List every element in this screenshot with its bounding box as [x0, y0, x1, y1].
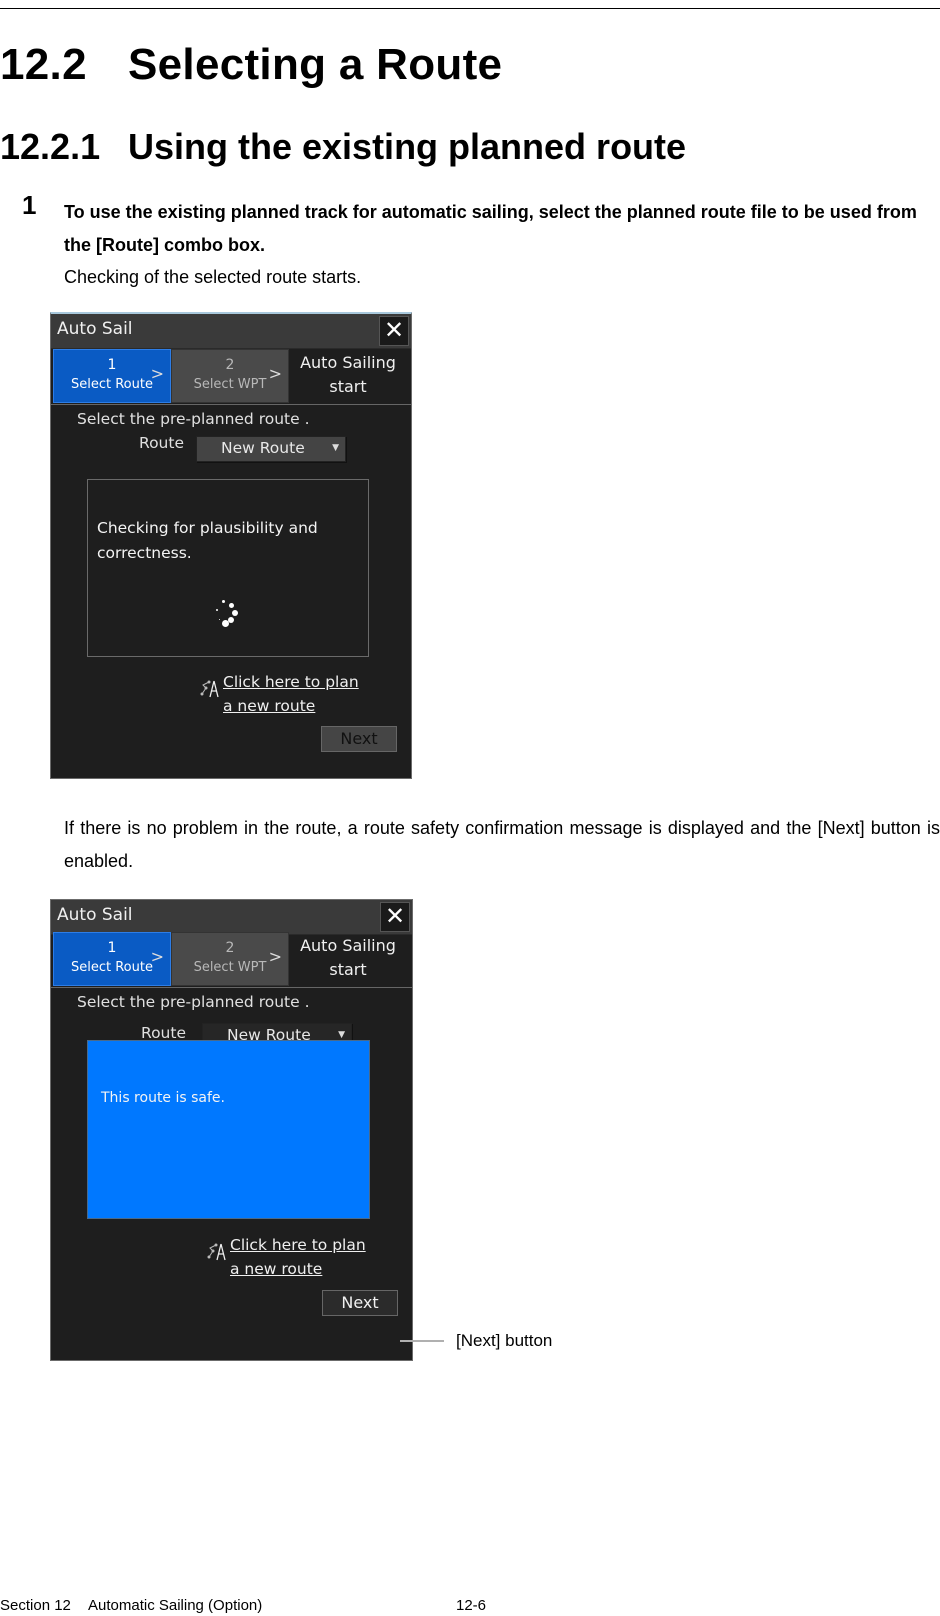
route-prompt: Select the pre-planned route . — [77, 993, 310, 1011]
step-tab-select-wpt[interactable]: 2 Select WPT > — [171, 932, 289, 986]
dialog-titlebar: Auto Sail ✕ — [51, 900, 412, 935]
subsection-heading: 12.2.1 Using the existing planned route — [0, 126, 686, 168]
result-paragraph: If there is no problem in the route, a r… — [64, 818, 940, 871]
next-button-disabled[interactable]: Next — [321, 726, 397, 752]
section-heading: 12.2 Selecting a Route — [0, 40, 502, 90]
step-tab-label: Select Route — [71, 960, 153, 975]
step-note: Checking of the selected route starts. — [64, 267, 362, 287]
step-tab-select-route[interactable]: 1 Select Route > — [53, 349, 171, 403]
route-prompt: Select the pre-planned route . — [77, 410, 310, 428]
step-instruction: To use the existing planned track for au… — [64, 202, 917, 255]
section-number: 12.2 — [0, 40, 87, 89]
step-tabs: 1 Select Route > 2 Select WPT > Auto Sai… — [51, 348, 411, 405]
dialog-title: Auto Sail — [57, 319, 133, 339]
step-tab-label: Select Route — [71, 377, 153, 392]
route-safe-message-box: This route is safe. — [87, 1040, 370, 1219]
route-combo-value: New Route — [221, 439, 305, 457]
footer-section: Section 12 — [0, 1597, 71, 1614]
step-number: 1 — [22, 190, 37, 220]
close-icon[interactable]: ✕ — [379, 316, 409, 346]
step-tab-label: Auto Sailing — [300, 353, 396, 372]
step-tabs: 1 Select Route > 2 Select WPT > Auto Sai… — [51, 931, 412, 988]
close-icon[interactable]: ✕ — [380, 902, 410, 932]
step-tab-label: Select WPT — [193, 960, 267, 975]
plan-link-line1[interactable]: Click here to plan — [230, 1233, 366, 1257]
plan-link-line1[interactable]: Click here to plan — [223, 670, 359, 694]
step-tab-auto-sailing-start[interactable]: Auto Sailing start — [289, 932, 407, 984]
step-tab-select-route[interactable]: 1 Select Route > — [53, 932, 171, 986]
top-rule — [0, 8, 940, 9]
chevron-right-icon: > — [150, 364, 164, 383]
footer-chapter: Automatic Sailing (Option) — [88, 1597, 263, 1614]
route-plan-compass-icon — [207, 1243, 226, 1261]
route-check-message-box: Checking for plausibility and correctnes… — [87, 479, 369, 657]
step-tab-auto-sailing-start[interactable]: Auto Sailing start — [289, 349, 407, 401]
step-tab-label: Select WPT — [193, 377, 267, 392]
route-plan-compass-icon — [200, 680, 219, 698]
step-tab-label: start — [329, 377, 367, 396]
footer-page: 12-6 — [456, 1597, 487, 1614]
callout-label: [Next] button — [456, 1331, 553, 1350]
dropdown-arrow-icon: ▼ — [332, 443, 339, 453]
chevron-right-icon: > — [268, 947, 282, 966]
dialog-titlebar: Auto Sail ✕ — [51, 314, 411, 349]
next-button[interactable]: Next — [322, 1290, 398, 1316]
chevron-right-icon: > — [150, 947, 164, 966]
route-combo-box[interactable]: New Route ▼ — [196, 436, 346, 462]
route-safe-message: This route is safe. — [101, 1090, 225, 1106]
loading-spinner-icon — [216, 600, 240, 630]
subsection-title: Using the existing planned route — [128, 126, 687, 167]
step-tab-label: start — [329, 960, 367, 979]
step-tab-select-wpt[interactable]: 2 Select WPT > — [171, 349, 289, 403]
auto-sail-dialog-safe: Auto Sail ✕ 1 Select Route > 2 Select WP… — [50, 899, 413, 1361]
dialog-title: Auto Sail — [57, 905, 133, 925]
auto-sail-dialog-checking: Auto Sail ✕ 1 Select Route > 2 Select WP… — [50, 312, 412, 779]
chevron-right-icon: > — [268, 364, 282, 383]
plan-link-line2[interactable]: a new route — [230, 1257, 322, 1281]
callout-leader-line — [400, 1340, 444, 1342]
section-title: Selecting a Route — [128, 40, 503, 89]
step-tab-label: Auto Sailing — [300, 936, 396, 955]
plan-link-line2[interactable]: a new route — [223, 694, 315, 718]
subsection-number: 12.2.1 — [0, 126, 101, 167]
route-check-message: Checking for plausibility and correctnes… — [97, 519, 318, 562]
route-label: Route — [139, 434, 184, 452]
